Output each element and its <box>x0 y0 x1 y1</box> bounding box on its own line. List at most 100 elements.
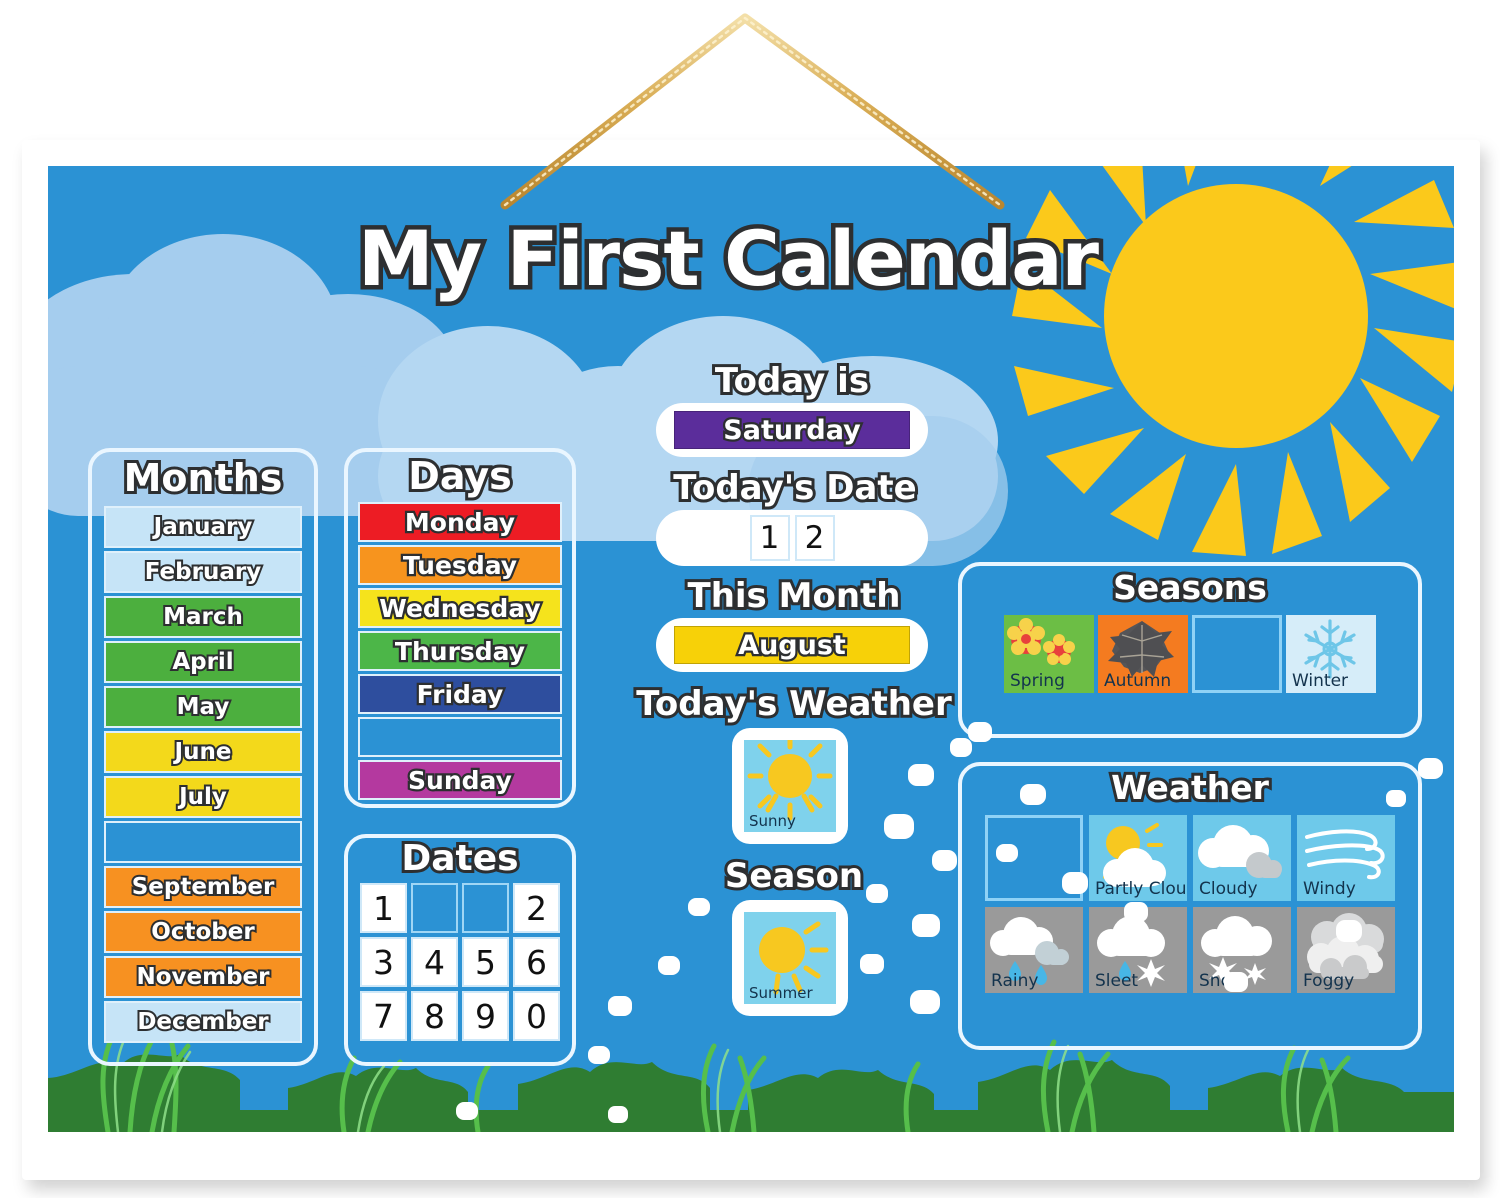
month-tile[interactable]: February <box>104 551 302 593</box>
season-tile-winter[interactable]: Winter <box>1286 615 1376 693</box>
weather-panel: Weather Partly CloudyCloudyWindyRainySle… <box>958 762 1422 1050</box>
month-tile[interactable]: December <box>104 1001 302 1043</box>
date-tile[interactable]: 9 <box>462 991 509 1041</box>
today-day-tile[interactable]: Saturday <box>674 411 910 449</box>
weather-tile-partly-cloudy[interactable]: Partly Cloudy <box>1089 815 1187 901</box>
months-list: January February March April May June July Sept… <box>104 506 302 1043</box>
today-day-value: Saturday <box>721 412 863 448</box>
date-tile[interactable]: 1 <box>360 883 407 933</box>
weather-label-text: Cloudy <box>1199 879 1258 899</box>
month-label: February <box>143 557 263 587</box>
month-label: March <box>161 602 245 632</box>
month-label: July <box>177 782 229 812</box>
date-tile[interactable]: 6 <box>513 937 560 987</box>
summer-tile[interactable]: Summer <box>744 912 836 1004</box>
weather-label-text: Windy <box>1303 879 1356 899</box>
date-tile[interactable]: 2 <box>513 883 560 933</box>
day-label: Thursday <box>393 634 528 668</box>
seasons-heading: Seasons <box>1110 565 1270 610</box>
season-label-text: Winter <box>1292 671 1349 691</box>
month-tile[interactable]: March <box>104 596 302 638</box>
this-month-slot[interactable]: August <box>656 618 928 672</box>
month-tile[interactable]: January <box>104 506 302 548</box>
weather-tile-rainy[interactable]: Rainy <box>985 907 1083 993</box>
day-tile[interactable]: Monday <box>358 502 562 542</box>
month-tile[interactable]: September <box>104 866 302 908</box>
days-panel: Days Monday Tuesday Wednesday Thursday Frida… <box>344 448 576 808</box>
day-label: Friday <box>414 677 505 711</box>
rope-hanger <box>0 0 1500 230</box>
summer-label: Summer <box>749 984 813 1002</box>
season-label-text: Autumn <box>1104 671 1172 691</box>
sunny-tile[interactable]: Sunny <box>744 740 836 832</box>
day-label: Monday <box>403 505 518 539</box>
sunny-label: Sunny <box>749 812 796 830</box>
weather-label-text: Foggy <box>1303 971 1355 991</box>
days-heading: Days <box>405 451 514 501</box>
month-tile[interactable]: April <box>104 641 302 683</box>
date-tile[interactable]: 0 <box>513 991 560 1041</box>
today-date-digits: 1 2 <box>749 515 835 561</box>
days-list: Monday Tuesday Wednesday Thursday Friday Sund… <box>358 502 562 800</box>
weather-label-text: Sleet <box>1095 971 1139 991</box>
season-label: Season <box>722 853 866 899</box>
day-label: Wednesday <box>377 591 543 625</box>
month-label: November <box>134 962 271 992</box>
poster-surface: My First Calendar Months January Februar… <box>48 166 1454 1132</box>
seasons-panel: Seasons Spring Autumn Winter <box>958 562 1422 738</box>
month-label: September <box>130 872 277 902</box>
date-tile[interactable]: 5 <box>462 937 509 987</box>
month-label: October <box>149 917 256 947</box>
this-month-tile[interactable]: August <box>674 626 910 664</box>
season-tile-autumn[interactable]: Autumn <box>1098 615 1188 693</box>
day-tile[interactable]: Friday <box>358 674 562 714</box>
dates-heading: Dates <box>398 835 521 882</box>
dates-grid: 1 2 3456 7890 <box>360 883 560 1041</box>
month-tile[interactable]: November <box>104 956 302 998</box>
month-label: May <box>175 692 232 722</box>
today-season-slot[interactable]: Summer <box>732 900 848 1016</box>
calendar-board-page: My First Calendar Months January Februar… <box>0 0 1500 1198</box>
date-digit-tile[interactable]: 2 <box>794 515 835 561</box>
month-tile[interactable]: July <box>104 776 302 818</box>
date-tile[interactable]: 3 <box>360 937 407 987</box>
today-weather-slot[interactable]: Sunny <box>732 728 848 844</box>
month-tile[interactable]: May <box>104 686 302 728</box>
today-date-slot[interactable]: 1 2 <box>656 510 928 566</box>
day-tile[interactable]: Tuesday <box>358 545 562 585</box>
this-month-value: August <box>736 627 848 663</box>
date-empty-slot[interactable] <box>462 883 509 933</box>
season-tile-spring[interactable]: Spring <box>1004 615 1094 693</box>
day-tile[interactable]: Thursday <box>358 631 562 671</box>
date-tile[interactable]: 7 <box>360 991 407 1041</box>
day-tile[interactable]: Sunday <box>358 760 562 800</box>
weather-label-text: Partly Cloudy <box>1095 879 1187 899</box>
date-tile[interactable]: 8 <box>411 991 458 1041</box>
month-tile[interactable]: June <box>104 731 302 773</box>
day-label: Tuesday <box>401 548 520 582</box>
date-empty-slot[interactable] <box>411 883 458 933</box>
month-tile[interactable]: October <box>104 911 302 953</box>
today-day-slot[interactable]: Saturday <box>656 403 928 457</box>
seasons-row: Spring Autumn Winter <box>962 615 1418 693</box>
todays-weather-label: Today's Weather <box>633 681 955 727</box>
todays-date-label: Today's Date <box>670 465 919 511</box>
board-frame: My First Calendar Months January Februar… <box>22 140 1480 1180</box>
season-label-text: Spring <box>1010 671 1065 691</box>
weather-label-text: Rainy <box>991 971 1039 991</box>
month-empty-slot[interactable] <box>104 821 302 863</box>
date-tile[interactable]: 4 <box>411 937 458 987</box>
date-digit-tile[interactable]: 1 <box>749 515 790 561</box>
season-empty-slot[interactable] <box>1192 615 1282 693</box>
months-heading: Months <box>121 453 286 503</box>
day-empty-slot[interactable] <box>358 717 562 757</box>
weather-grid: Partly CloudyCloudyWindyRainySleetSnowFo… <box>962 815 1418 993</box>
months-panel: Months January February March April May June J… <box>88 448 318 1066</box>
this-month-label: This Month <box>685 573 904 619</box>
month-label: December <box>135 1007 270 1037</box>
day-tile[interactable]: Wednesday <box>358 588 562 628</box>
month-label: June <box>173 737 234 767</box>
weather-tile-windy[interactable]: Windy <box>1297 815 1395 901</box>
month-label: April <box>170 647 235 677</box>
today-is-label: Today is <box>712 358 872 404</box>
